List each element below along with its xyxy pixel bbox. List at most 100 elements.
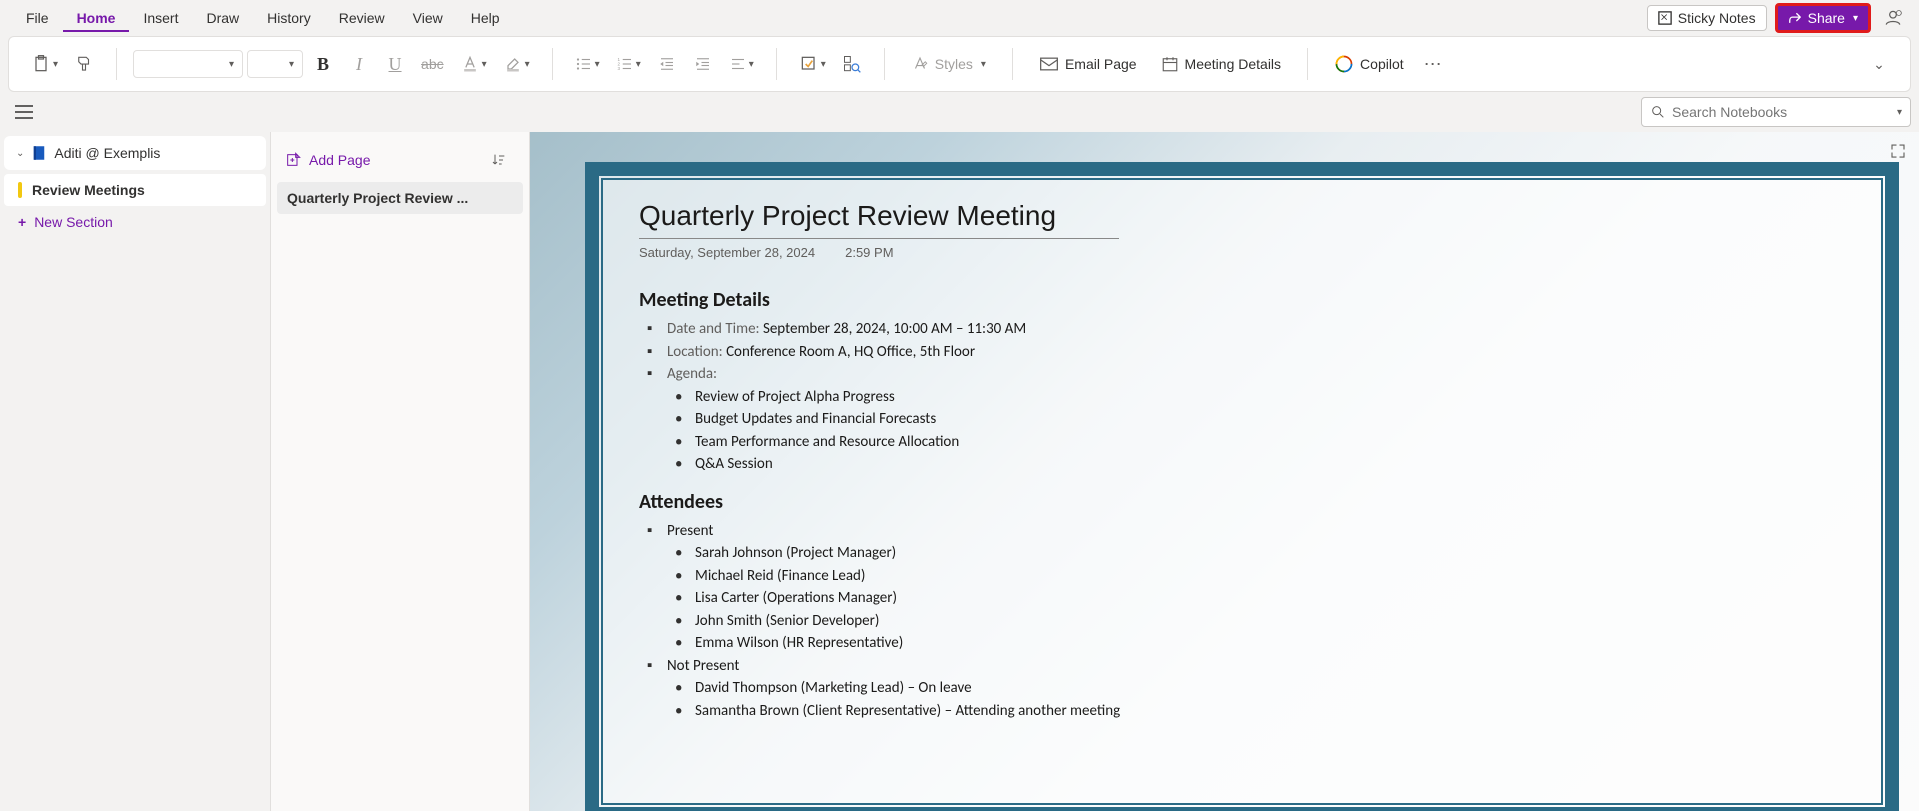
chevron-down-icon: ▾ (482, 59, 487, 70)
location-label: Location: (667, 343, 723, 361)
numbering-button[interactable]: 123 ▾ (610, 48, 647, 80)
datetime-value: September 28, 2024, 10:00 AM – 11:30 AM (763, 320, 1026, 338)
page-time: 2:59 PM (845, 245, 893, 260)
ribbon-collapse-button[interactable]: ⌄ (1862, 48, 1894, 80)
svg-text:3: 3 (617, 66, 620, 71)
styles-label: Styles (935, 56, 973, 72)
menu-review[interactable]: Review (325, 4, 399, 32)
styles-button[interactable]: Styles ▾ (901, 48, 996, 80)
navigation-toggle-button[interactable] (8, 96, 40, 128)
menu-bar: File Home Insert Draw History Review Vie… (0, 0, 1919, 36)
main-area: ⌄ Aditi @ Exemplis Review Meetings + New… (0, 132, 1919, 811)
chevron-down-icon: ▾ (636, 59, 641, 70)
menu-insert[interactable]: Insert (129, 4, 192, 32)
meeting-details-button[interactable]: Meeting Details (1151, 48, 1292, 80)
notebook-icon (30, 144, 48, 162)
menu-history[interactable]: History (253, 4, 325, 32)
font-color-button[interactable]: ▾ (454, 48, 493, 80)
attendee-item: John Smith (Senior Developer) (695, 610, 1845, 633)
present-label: Present (667, 522, 713, 540)
sort-pages-button[interactable] (483, 144, 515, 176)
font-size-select[interactable]: ▾ (247, 50, 303, 78)
page-meta: Saturday, September 28, 2024 2:59 PM (639, 245, 1845, 260)
new-section-label: New Section (34, 214, 113, 230)
italic-button[interactable]: I (343, 48, 375, 80)
bold-button[interactable]: B (307, 48, 339, 80)
chevron-down-icon: ▾ (981, 59, 986, 70)
decrease-indent-button[interactable] (651, 48, 683, 80)
chevron-down-icon: ⌄ (16, 148, 24, 159)
font-family-select[interactable]: ▾ (133, 50, 243, 78)
plus-icon: + (18, 214, 26, 230)
agenda-item: Q&A Session (695, 453, 1845, 476)
format-painter-button[interactable] (68, 48, 100, 80)
page-title[interactable]: Quarterly Project Review Meeting (639, 200, 1119, 239)
paste-button[interactable]: ▾ (25, 48, 64, 80)
menu-file[interactable]: File (12, 4, 63, 32)
attendee-item: Sarah Johnson (Project Manager) (695, 542, 1845, 565)
expand-canvas-button[interactable] (1889, 142, 1907, 160)
notebook-selector[interactable]: ⌄ Aditi @ Exemplis (4, 136, 266, 170)
search-container: ▾ (1641, 97, 1911, 127)
attendee-item: Michael Reid (Finance Lead) (695, 565, 1845, 588)
note-canvas[interactable]: Quarterly Project Review Meeting Saturda… (530, 132, 1919, 811)
underline-button[interactable]: U (379, 48, 411, 80)
attendees-heading: Attendees (639, 490, 1845, 514)
increase-indent-button[interactable] (687, 48, 719, 80)
menu-help[interactable]: Help (457, 4, 514, 32)
highlight-button[interactable]: ▾ (497, 48, 536, 80)
datetime-label: Date and Time: (667, 320, 760, 338)
email-page-label: Email Page (1065, 56, 1137, 72)
copilot-icon (1334, 54, 1354, 74)
chevron-down-icon[interactable]: ▾ (1897, 107, 1902, 118)
notebook-sidebar: ⌄ Aditi @ Exemplis Review Meetings + New… (0, 132, 270, 811)
share-button[interactable]: Share ▾ (1775, 3, 1871, 33)
section-label: Review Meetings (32, 182, 145, 198)
copilot-label: Copilot (1360, 56, 1404, 72)
sticky-notes-button[interactable]: Sticky Notes (1647, 5, 1767, 31)
sticky-notes-icon (1658, 11, 1672, 25)
menu-draw[interactable]: Draw (192, 4, 253, 32)
attendee-item: David Thompson (Marketing Lead) – On lea… (695, 677, 1845, 700)
not-present-label: Not Present (667, 657, 739, 675)
email-page-button[interactable]: Email Page (1029, 48, 1147, 80)
find-tags-button[interactable] (836, 48, 868, 80)
page-item[interactable]: Quarterly Project Review ... (277, 182, 523, 214)
chevron-down-icon: ▾ (749, 59, 754, 70)
attendee-item: Lisa Carter (Operations Manager) (695, 587, 1845, 610)
account-button[interactable] (1879, 4, 1907, 32)
agenda-label: Agenda: (667, 365, 717, 383)
chevron-down-icon: ▾ (1853, 13, 1858, 24)
new-section-button[interactable]: + New Section (4, 206, 266, 238)
add-page-label: Add Page (309, 152, 371, 168)
chevron-down-icon: ▾ (53, 59, 58, 70)
add-page-icon (285, 152, 301, 168)
add-page-button[interactable]: Add Page (285, 152, 371, 168)
pages-sidebar: Add Page Quarterly Project Review ... (270, 132, 530, 811)
secondary-bar: ▾ (0, 92, 1919, 132)
agenda-item: Review of Project Alpha Progress (695, 386, 1845, 409)
menu-home[interactable]: Home (63, 4, 130, 32)
location-value: Conference Room A, HQ Office, 5th Floor (726, 343, 975, 361)
ribbon: ▾ ▾ ▾ B I U abc ▾ ▾ ▾ 123 ▾ (8, 36, 1911, 92)
attendee-item: Emma Wilson (HR Representative) (695, 632, 1845, 655)
tags-button[interactable]: ▾ (793, 48, 832, 80)
more-commands-button[interactable]: ⋯ (1418, 48, 1450, 80)
bullets-button[interactable]: ▾ (569, 48, 606, 80)
chevron-down-icon: ▾ (595, 59, 600, 70)
share-icon (1788, 11, 1802, 25)
align-button[interactable]: ▾ (723, 48, 760, 80)
section-item-review-meetings[interactable]: Review Meetings (4, 174, 266, 206)
strikethrough-button[interactable]: abc (415, 48, 450, 80)
page-frame: Quarterly Project Review Meeting Saturda… (585, 162, 1899, 811)
menu-view[interactable]: View (399, 4, 457, 32)
chevron-down-icon: ▾ (821, 59, 826, 70)
section-color-marker (18, 182, 22, 198)
notebook-name: Aditi @ Exemplis (54, 145, 160, 161)
search-input[interactable] (1672, 104, 1895, 120)
copilot-button[interactable]: Copilot (1324, 48, 1414, 80)
sticky-notes-label: Sticky Notes (1678, 10, 1756, 26)
note-body[interactable]: Meeting Details Date and Time: September… (639, 288, 1845, 722)
agenda-item: Budget Updates and Financial Forecasts (695, 408, 1845, 431)
meeting-details-heading: Meeting Details (639, 288, 1845, 312)
